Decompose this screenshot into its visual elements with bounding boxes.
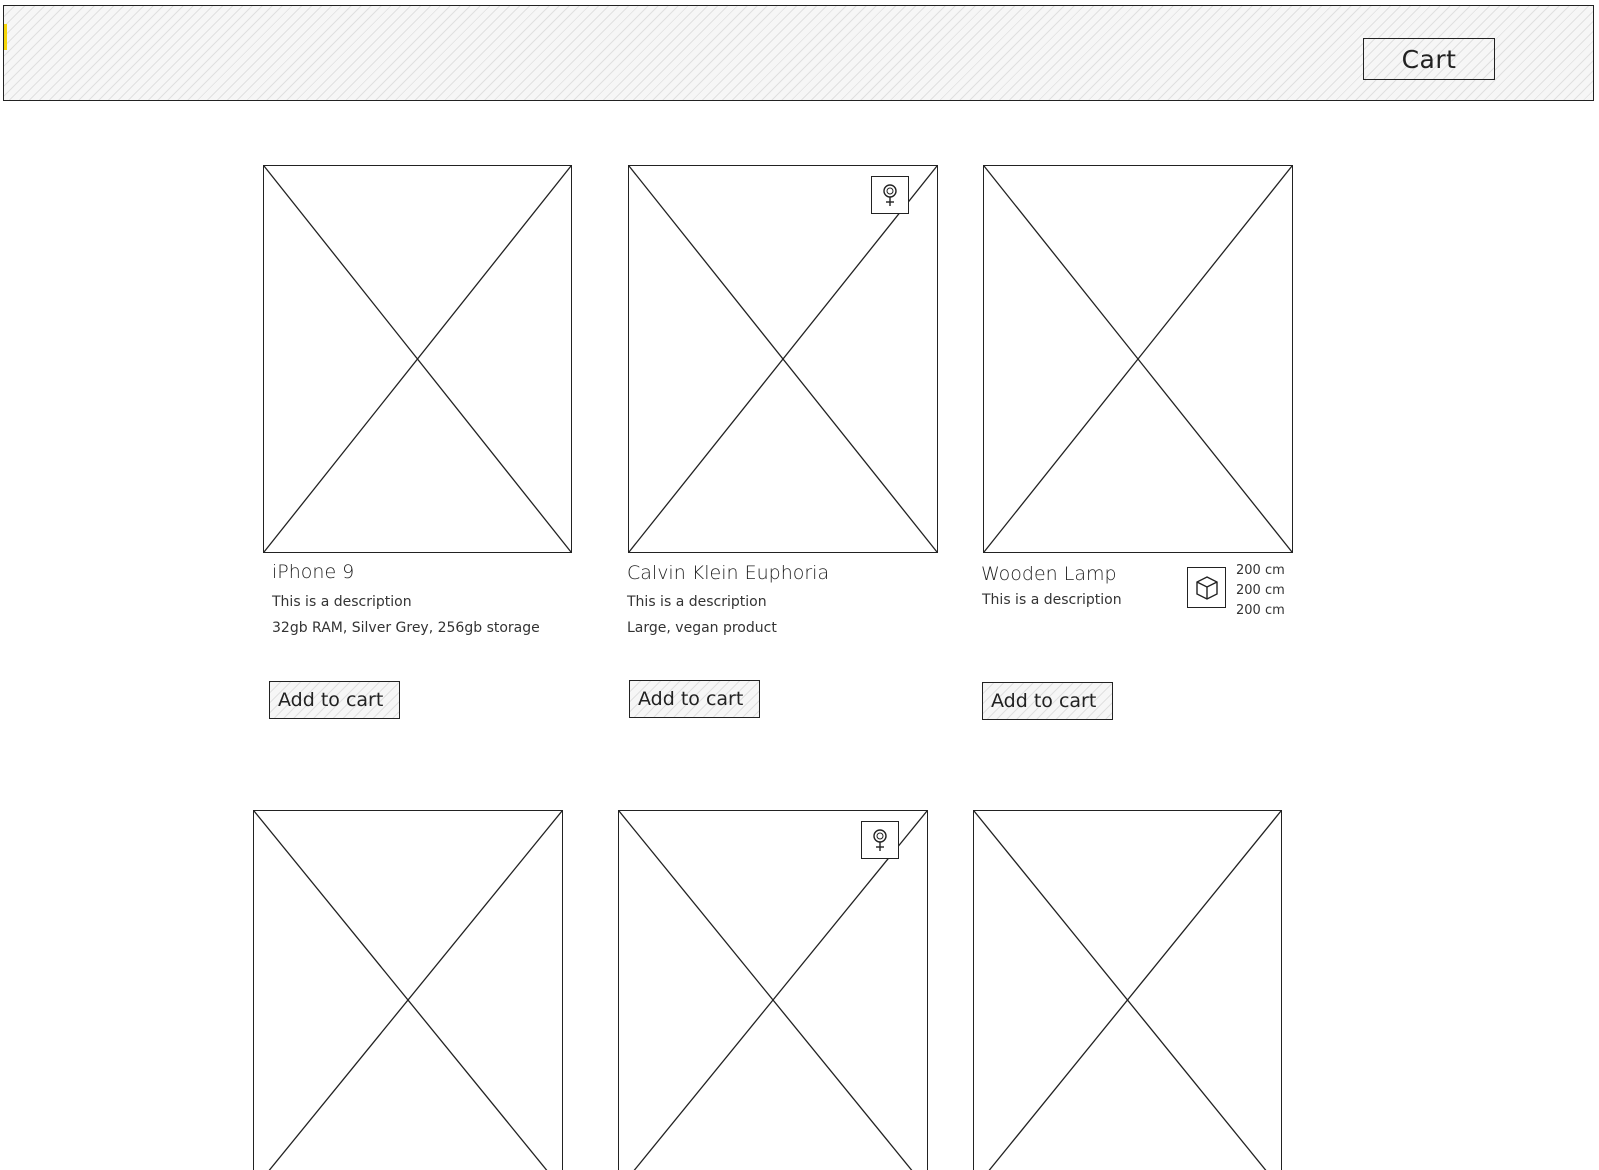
product-image-placeholder [253, 810, 563, 1170]
box-icon [1195, 575, 1218, 600]
header-accent [4, 24, 7, 50]
product-image-placeholder [973, 810, 1282, 1170]
dimension-width: 200 cm [1236, 563, 1285, 578]
product-name: Calvin Klein Euphoria [627, 562, 830, 584]
page: Cart iPhone 9 This is a description 32gb… [0, 0, 1599, 1170]
dimension-height: 200 cm [1236, 583, 1285, 598]
female-badge [871, 176, 909, 214]
product-details: 32gb RAM, Silver Grey, 256gb storage [272, 620, 540, 636]
add-to-cart-button[interactable]: Add to cart [982, 682, 1113, 720]
female-icon [873, 829, 887, 851]
add-to-cart-button[interactable]: Add to cart [269, 681, 400, 719]
product-description: This is a description [272, 594, 412, 610]
cart-button[interactable]: Cart [1363, 38, 1495, 80]
dimension-depth: 200 cm [1236, 603, 1285, 618]
header-bar: Cart [3, 5, 1594, 101]
product-details: Large, vegan product [627, 620, 777, 636]
female-badge [861, 821, 899, 859]
product-description: This is a description [982, 592, 1122, 608]
product-image-placeholder [983, 165, 1293, 553]
product-image-placeholder [618, 810, 928, 1170]
product-name: iPhone 9 [272, 561, 355, 583]
product-description: This is a description [627, 594, 767, 610]
add-to-cart-button[interactable]: Add to cart [629, 680, 760, 718]
product-image-placeholder [263, 165, 572, 553]
female-icon [883, 184, 897, 206]
product-image-placeholder [628, 165, 938, 553]
product-name: Wooden Lamp [981, 563, 1117, 585]
dimensions-badge [1187, 567, 1226, 608]
